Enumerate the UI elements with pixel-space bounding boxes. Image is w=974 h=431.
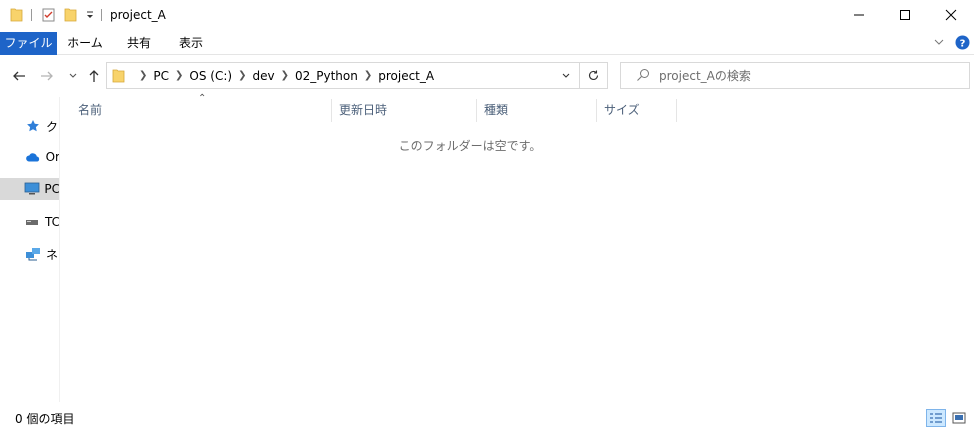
- svg-text:?: ?: [960, 39, 966, 50]
- chevron-down-icon: [934, 39, 944, 45]
- ribbon: ファイル ホーム 共有 表示 ?: [0, 32, 974, 55]
- refresh-icon: [588, 70, 599, 80]
- star-icon: [24, 118, 42, 134]
- help-icon: ?: [955, 35, 970, 50]
- sidebar-item-pc[interactable]: PC: [0, 178, 60, 200]
- details-view-button[interactable]: [926, 409, 946, 427]
- large-icons-view-button[interactable]: [949, 409, 969, 427]
- breadcrumb-drive[interactable]: OS (C:): [189, 69, 232, 83]
- properties-icon[interactable]: [42, 7, 55, 25]
- drive-icon: [24, 214, 41, 230]
- empty-folder-message: このフォルダーは空です。: [398, 139, 542, 153]
- folder-icon: [112, 68, 125, 86]
- minimize-button[interactable]: [836, 0, 882, 30]
- tab-home[interactable]: ホーム: [61, 32, 109, 55]
- breadcrumb-dev[interactable]: dev: [252, 69, 274, 83]
- arrow-left-icon: [13, 71, 25, 81]
- refresh-button[interactable]: [579, 63, 607, 88]
- item-count: 0 個の項目: [15, 412, 75, 426]
- sidebar-item-label: TC: [44, 215, 60, 229]
- column-header-type[interactable]: 種類: [477, 97, 596, 124]
- forward-button[interactable]: [38, 67, 56, 85]
- chevron-right-icon[interactable]: ❯: [175, 70, 183, 81]
- sidebar-item-network[interactable]: ネ: [0, 243, 59, 265]
- tab-file[interactable]: ファイル: [0, 32, 57, 55]
- tab-view[interactable]: 表示: [167, 32, 215, 55]
- cloud-icon: [24, 149, 42, 165]
- search-icon: [636, 68, 650, 85]
- breadcrumb-project[interactable]: project_A: [378, 69, 434, 83]
- column-header-name[interactable]: 名前: [71, 97, 331, 124]
- status-bar: 0 個の項目: [0, 402, 974, 431]
- chevron-right-icon[interactable]: ❯: [364, 70, 372, 81]
- arrow-up-icon: [89, 70, 99, 82]
- close-button[interactable]: [928, 0, 974, 30]
- back-button[interactable]: [10, 67, 28, 85]
- minimize-icon: [854, 14, 864, 16]
- window-title: project_A: [110, 8, 166, 22]
- address-history-button[interactable]: [553, 63, 579, 88]
- address-bar[interactable]: ❯ PC ❯ OS (C:) ❯ dev ❯ 02_Python ❯ proje…: [106, 62, 608, 89]
- search-input[interactable]: [659, 63, 959, 88]
- sidebar-item-label: ク: [46, 119, 59, 134]
- folder-icon: [10, 7, 23, 25]
- expand-ribbon-button[interactable]: [933, 36, 945, 51]
- chevron-down-icon: [69, 73, 77, 78]
- arrow-right-icon: [41, 71, 53, 81]
- navigation-pane: ク Or PC TC ネ: [0, 97, 60, 402]
- details-view-icon: [930, 413, 942, 423]
- sidebar-item-label: PC: [44, 182, 60, 196]
- chevron-right-icon[interactable]: ❯: [238, 70, 246, 81]
- breadcrumb: ❯ PC ❯ OS (C:) ❯ dev ❯ 02_Python ❯ proje…: [133, 63, 434, 88]
- sidebar-item-label: ネ: [46, 247, 59, 262]
- up-button[interactable]: [85, 67, 103, 85]
- column-divider[interactable]: [676, 99, 677, 122]
- file-list: ⌃ 名前 更新日時 種類 サイズ このフォルダーは空です。: [61, 93, 974, 402]
- close-icon: [945, 9, 957, 21]
- column-header-modified[interactable]: 更新日時: [332, 97, 476, 124]
- computer-icon: [24, 181, 40, 197]
- tab-share[interactable]: 共有: [115, 32, 163, 55]
- chevron-right-icon[interactable]: ❯: [281, 70, 289, 81]
- maximize-icon: [900, 10, 910, 20]
- large-icons-view-icon: [952, 412, 966, 424]
- customize-quick-access-icon[interactable]: [85, 9, 95, 23]
- toolbar-separator: [101, 9, 102, 21]
- new-folder-icon[interactable]: [64, 7, 77, 25]
- column-header-size[interactable]: サイズ: [597, 97, 676, 124]
- recent-locations-button[interactable]: [64, 67, 82, 85]
- breadcrumb-python[interactable]: 02_Python: [295, 69, 358, 83]
- network-icon: [24, 246, 42, 262]
- chevron-down-icon: [562, 73, 570, 78]
- breadcrumb-pc[interactable]: PC: [153, 69, 169, 83]
- title-bar: project_A: [0, 0, 974, 32]
- navigation-bar: ❯ PC ❯ OS (C:) ❯ dev ❯ 02_Python ❯ proje…: [0, 55, 974, 97]
- chevron-right-icon[interactable]: ❯: [139, 70, 147, 81]
- help-button[interactable]: ?: [955, 35, 970, 53]
- toolbar-separator: [31, 9, 32, 21]
- sidebar-item-onedrive[interactable]: Or: [0, 146, 60, 168]
- sidebar-item-quick-access[interactable]: ク: [0, 115, 59, 137]
- sidebar-item-drive[interactable]: TC: [0, 211, 60, 233]
- sidebar-item-label: Or: [45, 150, 60, 164]
- search-box[interactable]: [620, 62, 970, 89]
- maximize-button[interactable]: [882, 0, 928, 30]
